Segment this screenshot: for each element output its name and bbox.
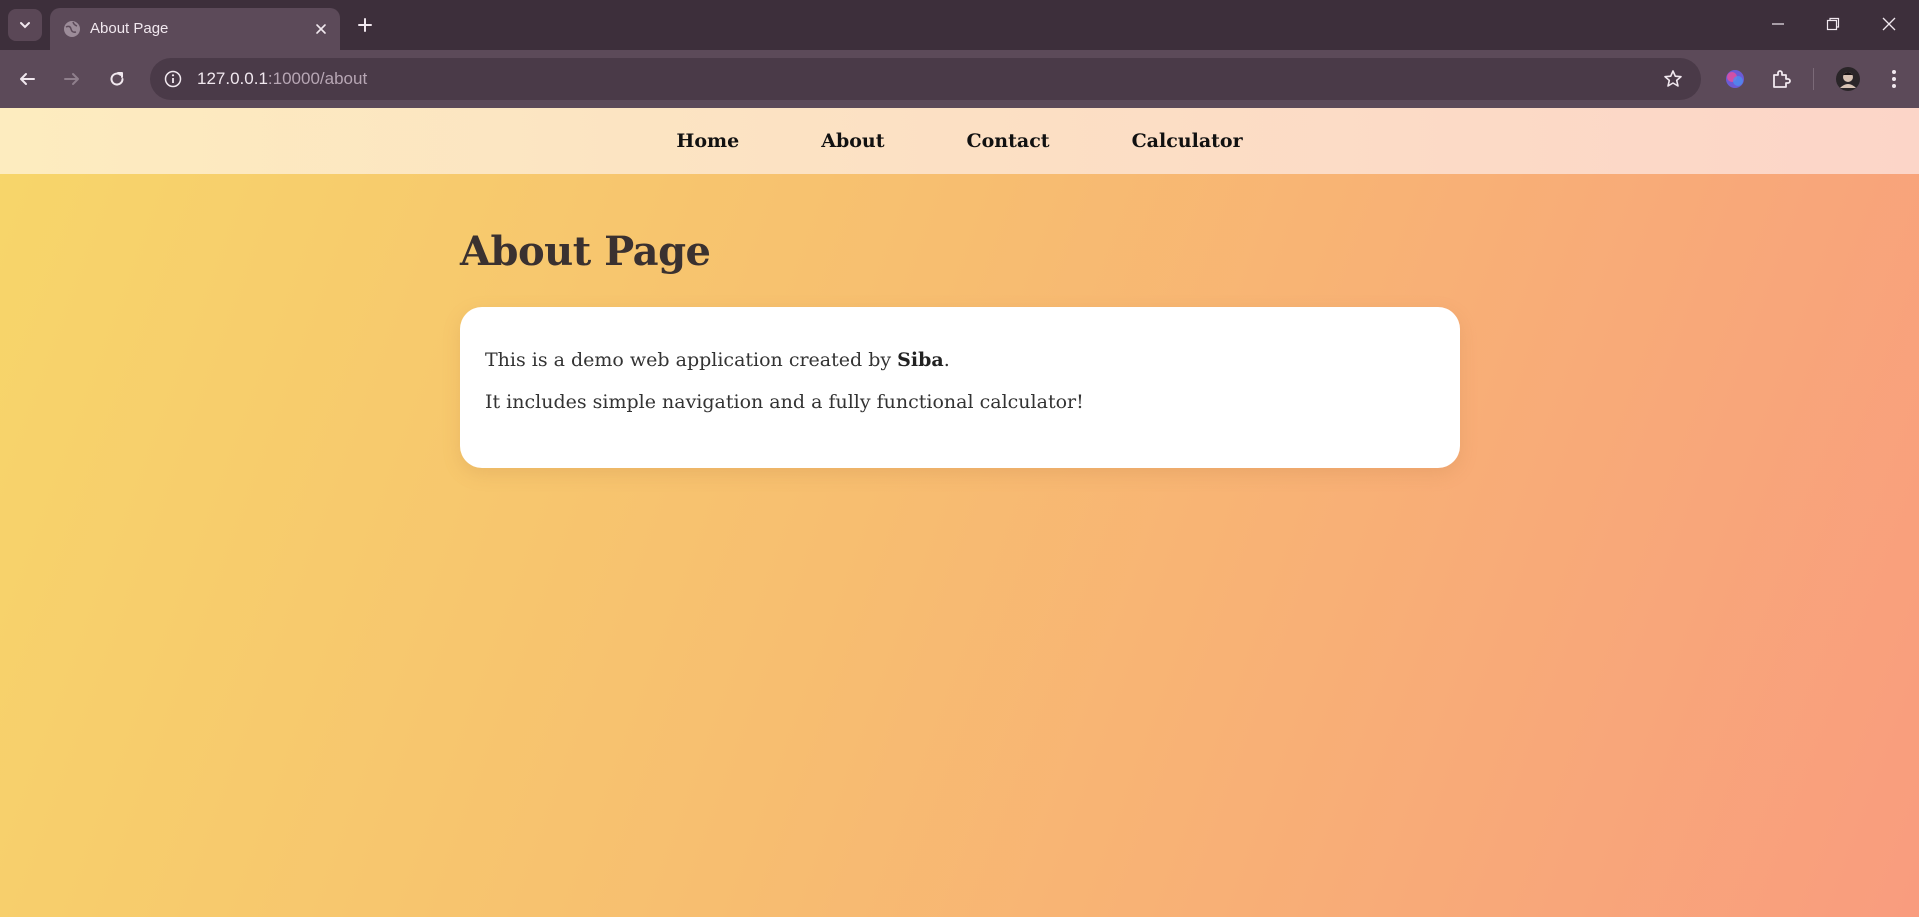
puzzle-icon: [1773, 70, 1791, 88]
url-host: 127.0.0.1: [197, 69, 268, 88]
arrow-right-icon: [64, 73, 79, 85]
browser-menu-button[interactable]: [1879, 64, 1909, 94]
main-content: About Page This is a demo web applicatio…: [460, 228, 1460, 468]
minimize-button[interactable]: [1756, 8, 1800, 40]
ai-extension-button[interactable]: [1720, 64, 1750, 94]
profile-button[interactable]: [1833, 64, 1863, 94]
nav-link-calculator[interactable]: Calculator: [1132, 130, 1243, 152]
url-path: :10000/about: [267, 69, 368, 88]
about-paragraph-1: This is a demo web application created b…: [485, 349, 1435, 371]
toolbar-divider: [1813, 68, 1814, 90]
back-button[interactable]: [12, 64, 42, 94]
chevron-down-icon: [20, 22, 30, 29]
bookmark-button[interactable]: [1661, 67, 1685, 91]
browser-toolbar: 127.0.0.1:10000/about: [0, 50, 1919, 108]
globe-icon: [64, 21, 80, 37]
site-info-button[interactable]: [160, 66, 186, 92]
info-icon: [164, 70, 182, 88]
tab-strip: About Page: [0, 0, 1919, 50]
forward-button[interactable]: [57, 64, 87, 94]
close-window-button[interactable]: [1867, 8, 1911, 40]
intro-text: This is a demo web application created b…: [485, 349, 898, 371]
page-title: About Page: [460, 228, 711, 275]
intro-suffix: .: [943, 349, 950, 371]
close-icon: [1882, 17, 1896, 31]
address-bar[interactable]: 127.0.0.1:10000/about: [150, 58, 1701, 100]
close-tab-button[interactable]: [310, 18, 332, 40]
restore-icon: [1826, 17, 1840, 31]
nav-link-home[interactable]: Home: [676, 130, 739, 152]
nav-link-contact[interactable]: Contact: [967, 130, 1050, 152]
tab-search-button[interactable]: [8, 9, 42, 41]
restore-button[interactable]: [1811, 8, 1855, 40]
active-tab[interactable]: About Page: [50, 8, 340, 50]
author-name: Siba: [897, 349, 944, 371]
nav-link-about[interactable]: About: [821, 130, 884, 152]
close-icon: [316, 24, 326, 34]
tab-title: About Page: [90, 20, 169, 37]
about-card: This is a demo web application created b…: [460, 307, 1460, 468]
site-navbar: Home About Contact Calculator: [0, 108, 1919, 174]
gemini-icon: [1726, 70, 1744, 88]
star-icon: [1664, 70, 1682, 87]
page-viewport: Home About Contact Calculator About Page…: [0, 108, 1919, 917]
minimize-icon: [1772, 23, 1784, 25]
url-text[interactable]: 127.0.0.1:10000/about: [197, 69, 367, 89]
new-tab-button[interactable]: [352, 12, 378, 38]
reload-button[interactable]: [102, 64, 132, 94]
kebab-menu-icon: [1892, 70, 1896, 88]
reload-icon: [110, 72, 124, 86]
extensions-button[interactable]: [1766, 64, 1796, 94]
plus-icon: [358, 18, 372, 32]
about-paragraph-2: It includes simple navigation and a full…: [485, 391, 1084, 413]
arrow-left-icon: [20, 73, 35, 85]
avatar: [1836, 67, 1860, 91]
